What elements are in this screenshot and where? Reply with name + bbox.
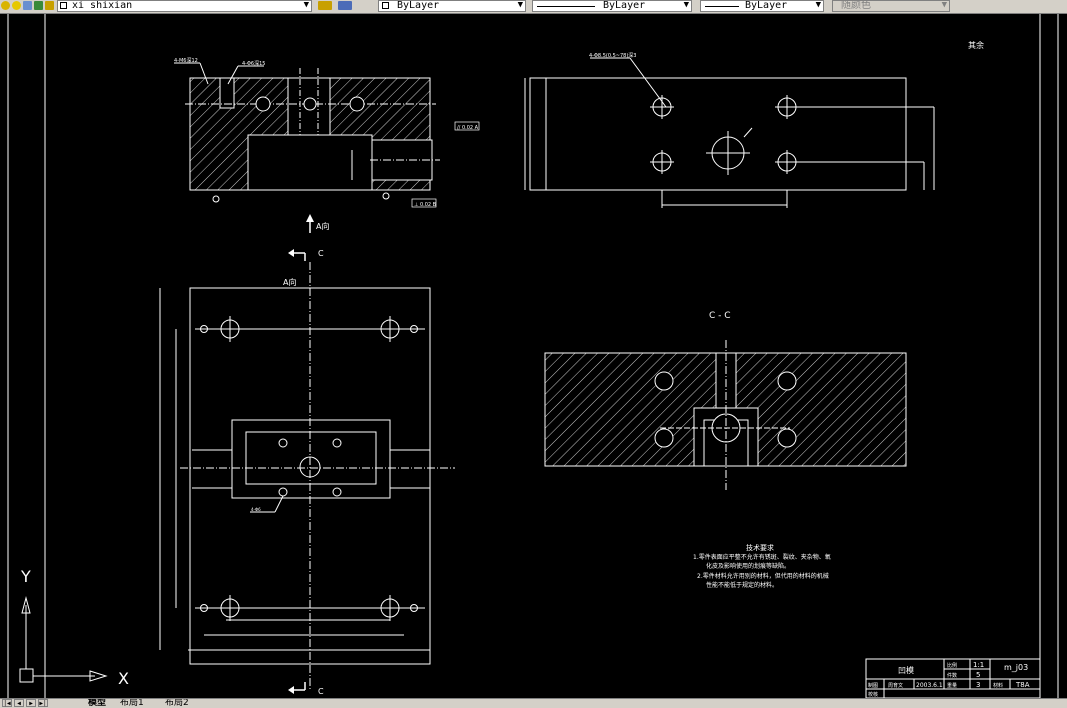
front-section-view: 4-M6深12 4-Φ6深15 // 0.02 A ⊥ 0.02 B	[174, 57, 480, 208]
linetype-control-dropdown[interactable]: ByLayer ▼	[532, 0, 692, 12]
leader-pin-label: 4-Φ6深15	[242, 60, 265, 67]
check-label: 校核	[868, 691, 878, 698]
plotstyle-control-dropdown[interactable]: 随颜色 ▼	[832, 0, 950, 12]
technical-requirements: 技术要求 1.零件表面应平整不允许有锈斑、裂纹、夹杂物、氧 化皮及影响使用的划痕…	[693, 543, 831, 589]
material-label: 材料	[993, 682, 1003, 689]
ucs-icon	[19, 596, 108, 683]
weight-value: 3	[976, 681, 980, 689]
a-view-label: A向	[283, 277, 296, 287]
material-value: T8A	[1015, 681, 1030, 689]
section-title: C - C	[709, 311, 731, 321]
lock-icon[interactable]	[23, 1, 32, 10]
section-cut-arrow-top: C	[288, 249, 324, 261]
plan-view	[524, 57, 935, 208]
plot-icon[interactable]	[34, 1, 43, 10]
drawn-date: 2003.6.1	[916, 682, 943, 689]
c-c-section-view	[544, 340, 907, 490]
chevron-down-icon: ▼	[517, 0, 523, 10]
chevron-down-icon: ▼	[815, 0, 821, 10]
view-arrow-a: A向	[306, 214, 329, 233]
drawing-number: m_j03	[1004, 663, 1028, 672]
chevron-down-icon: ▼	[941, 0, 947, 10]
linetype-preview	[537, 6, 595, 7]
properties-toolbar: xi shixian ▼ ByLayer ▼ ByLayer ▼ ByLayer…	[0, 0, 1067, 14]
part-name: 凹模	[898, 665, 914, 675]
drawn-label: 制图	[868, 682, 878, 689]
section-label-c-top: C	[318, 249, 324, 258]
tolerance-perp-text: ⊥ 0.02 B	[414, 202, 437, 208]
make-current-layer-icon[interactable]	[318, 1, 332, 10]
section-cut-arrow-bottom: C	[288, 682, 324, 696]
color-control-value: ByLayer	[397, 0, 440, 11]
tech-req-line: 性能不能低于规定的材料。	[706, 581, 778, 589]
qty-value: 5	[976, 671, 980, 679]
leader-thread-label: 4-M6深12	[174, 57, 198, 64]
layer-state-icon[interactable]	[1, 1, 10, 10]
plan-leader-label: 4-Φ8.5(0.5~78)深3	[589, 52, 636, 59]
scale-value: 1:1	[973, 661, 984, 669]
datum-symbol	[382, 192, 390, 200]
drawn-name: 周育文	[888, 682, 903, 689]
linetype-control-value: ByLayer	[603, 0, 646, 11]
layer-color-icon[interactable]	[45, 1, 54, 10]
next-tab-icon[interactable]: ▶	[26, 699, 36, 707]
tolerance-parallel-text: // 0.02 A	[457, 125, 479, 131]
tech-req-line: 化皮及影响使用的划痕等缺陷。	[706, 562, 790, 570]
color-swatch	[382, 2, 389, 9]
datum-symbol	[212, 195, 220, 203]
tech-req-line: 1.零件表面应平整不允许有锈斑、裂纹、夹杂物、氧	[693, 553, 831, 561]
layer-dropdown[interactable]: xi shixian ▼	[57, 0, 312, 12]
tech-req-title: 技术要求	[746, 543, 774, 552]
layer-manager-icon[interactable]	[338, 1, 352, 10]
prev-tab-icon[interactable]: ◀	[14, 699, 24, 707]
chevron-down-icon: ▼	[683, 0, 689, 10]
layer-name: xi shixian	[72, 0, 133, 11]
lineweight-control-value: ByLayer	[745, 0, 788, 11]
color-control-dropdown[interactable]: ByLayer ▼	[378, 0, 526, 12]
layer-color-swatch	[60, 2, 67, 9]
chevron-down-icon: ▼	[303, 0, 309, 10]
roughness-note: 其余	[968, 40, 984, 50]
tech-req-line: 2.零件材料允许用别的材料，但代用的材料的机械	[697, 572, 829, 580]
ucs-y-label: Y	[20, 567, 31, 586]
a-view-leader-label: 4-Φ6	[251, 507, 261, 512]
plotstyle-control-value: 随颜色	[841, 0, 871, 11]
scale-label: 比例	[947, 662, 957, 669]
weight-label: 重量	[947, 682, 957, 689]
drawing-canvas[interactable]: 4-M6深12 4-Φ6深15 // 0.02 A ⊥ 0.02 B A向 4-…	[0, 14, 1067, 698]
section-label-c-bottom: C	[318, 687, 324, 696]
first-tab-icon[interactable]: |◀	[2, 699, 12, 707]
ucs-x-label: X	[118, 669, 129, 688]
a-direction-view	[159, 262, 455, 690]
sun-freeze-icon[interactable]	[12, 1, 21, 10]
lineweight-control-dropdown[interactable]: ByLayer ▼	[700, 0, 824, 12]
last-tab-icon[interactable]: ▶|	[38, 699, 48, 707]
qty-label: 件数	[947, 672, 957, 679]
view-direction-label: A向	[316, 221, 329, 231]
lineweight-preview	[705, 6, 739, 7]
